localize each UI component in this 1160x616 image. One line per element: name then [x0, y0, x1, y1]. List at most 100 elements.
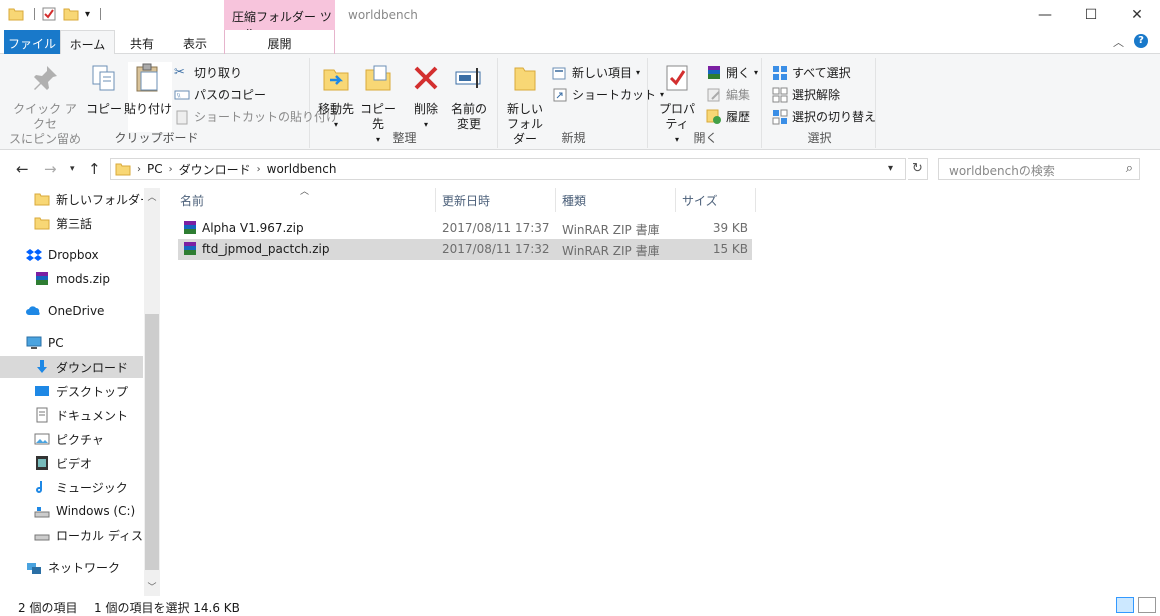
address-bar[interactable]: › PC › ダウンロード › worldbench	[110, 158, 906, 180]
nav-item-music[interactable]: ミュージック	[0, 476, 143, 498]
file-size: 39 KB	[712, 221, 748, 235]
chevron-right-icon: ›	[137, 163, 141, 175]
paste-button[interactable]: 貼り付け	[124, 62, 172, 117]
folder-icon	[34, 193, 50, 206]
copy-button[interactable]: コピー	[86, 62, 122, 117]
winrar-icon	[184, 221, 196, 234]
file-row[interactable]: Alpha V1.967.zip 2017/08/11 17:37 WinRAR…	[178, 218, 752, 239]
svg-text:\\: \\	[177, 93, 181, 99]
address-dropdown-icon[interactable]: ▾	[888, 163, 893, 174]
invert-selection-button[interactable]: 選択の切り替え	[772, 108, 876, 125]
select-none-icon	[772, 87, 788, 102]
customize-qat-icon[interactable]: ▾	[85, 9, 90, 20]
ribbon: クイック アクセ スにピン留め コピー 貼り付け ✂ 切り取り \\ パスのコピ…	[0, 54, 1160, 150]
large-icons-view-button[interactable]	[1138, 597, 1156, 613]
tab-view[interactable]: 表示	[170, 30, 220, 54]
breadcrumb-downloads[interactable]: ダウンロード	[179, 161, 251, 178]
move-to-button[interactable]: 移動先 ▾	[316, 62, 356, 132]
nav-item-desktop[interactable]: デスクトップ	[0, 380, 143, 402]
minimize-button[interactable]: —	[1022, 0, 1068, 30]
history-icon	[706, 109, 721, 124]
recent-locations-icon[interactable]: ▾	[70, 164, 75, 174]
history-button[interactable]: 履歴	[706, 108, 750, 125]
file-row[interactable]: ftd_jpmod_pactch.zip 2017/08/11 17:32 Wi…	[178, 239, 752, 260]
nav-item-network[interactable]: ネットワーク	[0, 556, 143, 578]
clipboard-group-label: クリップボード	[114, 131, 199, 145]
edit-button[interactable]: 編集	[706, 86, 750, 103]
file-type: WinRAR ZIP 書庫	[562, 244, 660, 258]
navigation-pane: 新しいフォルダー (2 第三話 Dropbox mods.zip OneDriv…	[0, 188, 160, 596]
new-folder-icon[interactable]	[63, 6, 79, 22]
search-input[interactable]: worldbenchの検索 ⌕	[938, 158, 1140, 180]
tab-file[interactable]: ファイル	[4, 30, 60, 54]
folder-icon	[34, 217, 50, 230]
folder-icon[interactable]	[8, 6, 24, 22]
collapse-ribbon-icon[interactable]: ︿	[1113, 34, 1124, 50]
nav-item-new-folder[interactable]: 新しいフォルダー (2	[0, 188, 143, 210]
close-button[interactable]: ✕	[1114, 0, 1160, 30]
cut-button[interactable]: ✂ 切り取り	[174, 64, 242, 81]
new-item-button[interactable]: 新しい項目 ▾	[552, 64, 640, 81]
invert-selection-icon	[772, 109, 788, 124]
open-button[interactable]: 開く ▾	[706, 64, 758, 81]
status-bar: 2 個の項目 1 個の項目を選択 14.6 KB	[0, 596, 1160, 616]
refresh-button[interactable]: ↻	[908, 158, 928, 180]
scrollbar-thumb[interactable]	[145, 314, 159, 570]
nav-item-local-disk-d[interactable]: ローカル ディスク (D	[0, 524, 143, 546]
help-icon[interactable]: ?	[1134, 34, 1148, 48]
nav-item-mods-zip[interactable]: mods.zip	[0, 268, 143, 290]
column-header-size[interactable]: サイズ	[676, 188, 756, 212]
title-bar: ▾ 圧縮フォルダー ツール worldbench — ☐ ✕	[0, 0, 1160, 41]
file-name: Alpha V1.967.zip	[202, 221, 304, 235]
nav-item-documents[interactable]: ドキュメント	[0, 404, 143, 426]
search-placeholder: worldbenchの検索	[949, 164, 1055, 178]
scissors-icon: ✂	[174, 64, 185, 80]
breadcrumb-worldbench[interactable]: worldbench	[267, 162, 337, 176]
drive-icon	[34, 507, 50, 518]
properties-icon[interactable]	[41, 6, 57, 22]
scroll-down-icon[interactable]: ﹀	[144, 580, 160, 593]
copy-path-button[interactable]: \\ パスのコピー	[174, 86, 266, 103]
network-icon	[27, 563, 41, 574]
delete-button[interactable]: 削除 ▾	[408, 62, 444, 132]
column-header-type[interactable]: 種類	[556, 188, 676, 212]
desktop-icon	[35, 386, 49, 396]
new-group-label: 新規	[561, 131, 586, 145]
nav-item-pictures[interactable]: ピクチャ	[0, 428, 143, 450]
nav-item-videos[interactable]: ビデオ	[0, 452, 143, 474]
forward-arrow-icon[interactable]: →	[44, 160, 57, 178]
details-view-button[interactable]	[1116, 597, 1134, 613]
tab-extract[interactable]: 展開	[224, 30, 335, 54]
select-none-button[interactable]: 選択解除	[772, 86, 840, 103]
nav-item-downloads[interactable]: ダウンロード	[0, 356, 143, 378]
edit-icon	[707, 88, 720, 101]
pc-icon	[26, 336, 42, 349]
onedrive-icon	[26, 306, 40, 315]
column-header-date[interactable]: 更新日時	[436, 188, 556, 212]
nav-scrollbar[interactable]: ︿ ﹀	[144, 188, 160, 596]
nav-item-dropbox[interactable]: Dropbox	[0, 244, 143, 266]
pictures-icon	[34, 433, 50, 445]
winrar-icon	[36, 272, 48, 285]
maximize-button[interactable]: ☐	[1068, 0, 1114, 30]
rename-button[interactable]: 名前の 変更	[448, 62, 490, 132]
back-arrow-icon[interactable]: ←	[16, 160, 29, 178]
scroll-up-icon[interactable]: ︿	[144, 190, 160, 203]
nav-item-onedrive[interactable]: OneDrive	[0, 300, 143, 322]
file-size: 15 KB	[712, 242, 748, 256]
column-header-name[interactable]: 名前	[174, 188, 436, 212]
tab-home[interactable]: ホーム	[60, 30, 115, 55]
select-all-button[interactable]: すべて選択	[772, 64, 851, 81]
shortcut-button[interactable]: ショートカット ▾	[552, 86, 664, 103]
copy-to-icon	[365, 65, 391, 91]
breadcrumb-pc[interactable]: PC	[147, 162, 163, 176]
nav-item-third-episode[interactable]: 第三話	[0, 212, 143, 234]
nav-item-windows-c[interactable]: Windows (C:)	[0, 500, 143, 522]
video-icon	[36, 456, 48, 470]
nav-item-pc[interactable]: PC	[0, 332, 143, 354]
tab-share[interactable]: 共有	[120, 30, 164, 54]
file-date: 2017/08/11 17:32	[442, 242, 550, 256]
properties-icon	[666, 65, 688, 91]
select-group: すべて選択 選択解除 選択の切り替え 選択	[764, 58, 876, 148]
up-arrow-icon[interactable]: ↑	[88, 160, 101, 178]
